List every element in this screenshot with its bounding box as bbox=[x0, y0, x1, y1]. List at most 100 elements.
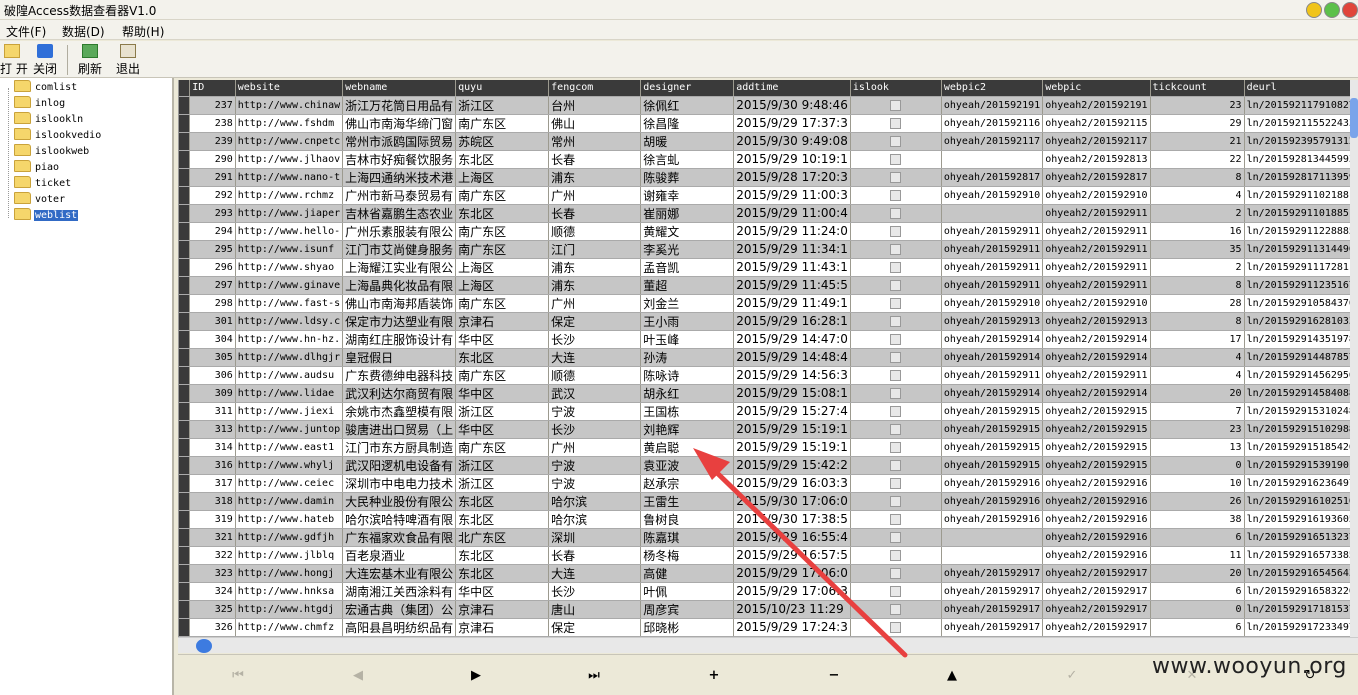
cell-ID[interactable]: 297 bbox=[189, 276, 236, 295]
cell-deurl[interactable]: ln/201592916102510 bbox=[1244, 492, 1358, 511]
table-row[interactable]: 296 http://www.shyao 上海耀江实业有限公 上海区 浦东 孟音凯 2015… bbox=[179, 258, 1358, 277]
cell-webname[interactable]: 江门市艾尚健身服务 bbox=[342, 240, 457, 259]
cell-webpic2[interactable]: ohyeah/201592911 bbox=[941, 240, 1044, 259]
cell-fengcom[interactable]: 浦东 bbox=[548, 276, 642, 295]
cell-quyu[interactable]: 京津石 bbox=[455, 618, 550, 637]
cell-tickcount[interactable]: 28 bbox=[1150, 294, 1245, 313]
islook-checkbox[interactable] bbox=[890, 154, 902, 165]
islook-cell[interactable] bbox=[850, 438, 942, 457]
cell-webname[interactable]: 上海耀江实业有限公 bbox=[342, 258, 457, 277]
cell-addtime[interactable]: 2015/9/30 9:48:46 bbox=[733, 96, 851, 115]
cell-deurl[interactable]: ln/201592395791312 bbox=[1244, 132, 1358, 151]
cell-website[interactable]: http://www.hateb bbox=[235, 510, 344, 529]
cell-designer[interactable]: 谢雍幸 bbox=[640, 186, 735, 205]
cell-tickcount[interactable]: 10 bbox=[1150, 474, 1245, 493]
row-indicator[interactable] bbox=[179, 384, 191, 403]
cell-webname[interactable]: 保定市力达塑业有限 bbox=[342, 312, 457, 331]
cell-webpic2[interactable]: ohyeah/201592911 bbox=[941, 366, 1044, 385]
open-button[interactable]: 打 开 bbox=[0, 43, 28, 77]
islook-cell[interactable] bbox=[850, 186, 942, 205]
cell-fengcom[interactable]: 长沙 bbox=[548, 330, 642, 349]
islook-checkbox[interactable] bbox=[890, 190, 902, 201]
row-indicator[interactable] bbox=[179, 294, 191, 313]
cell-webname[interactable]: 上海四通纳米技术港 bbox=[342, 168, 457, 187]
cell-tickcount[interactable]: 13 bbox=[1150, 438, 1245, 457]
cell-designer[interactable]: 叶玉峰 bbox=[640, 330, 735, 349]
row-indicator[interactable] bbox=[179, 456, 191, 475]
cell-addtime[interactable]: 2015/9/29 11:24:0 bbox=[733, 222, 851, 241]
cell-webpic[interactable]: ohyeah2/201592911 bbox=[1042, 240, 1151, 259]
cell-ID[interactable]: 294 bbox=[189, 222, 236, 241]
cell-quyu[interactable]: 上海区 bbox=[455, 168, 550, 187]
cell-quyu[interactable]: 浙江区 bbox=[455, 456, 550, 475]
cell-addtime[interactable]: 2015/9/29 11:00:4 bbox=[733, 204, 851, 223]
cell-fengcom[interactable]: 佛山 bbox=[548, 114, 642, 133]
cell-webpic[interactable]: ohyeah2/201592910 bbox=[1042, 294, 1151, 313]
table-row[interactable]: 297 http://www.ginave 上海晶典化妆品有限 上海区 浦东 董超 2015… bbox=[179, 276, 1358, 295]
cell-fengcom[interactable]: 浦东 bbox=[548, 168, 642, 187]
table-row[interactable]: 326 http://www.chmfz 高阳县昌明纺织品有 京津石 保定 邱晓彬 2015… bbox=[179, 618, 1358, 637]
vertical-scroll-thumb[interactable] bbox=[1350, 98, 1358, 138]
cell-addtime[interactable]: 2015/9/29 16:55:4 bbox=[733, 528, 851, 547]
islook-checkbox[interactable] bbox=[890, 622, 902, 633]
cell-webpic2[interactable]: ohyeah/201592916 bbox=[941, 474, 1044, 493]
cell-designer[interactable]: 徐昌隆 bbox=[640, 114, 735, 133]
cell-webname[interactable]: 广州乐素服装有限公 bbox=[342, 222, 457, 241]
cell-quyu[interactable]: 京津石 bbox=[455, 600, 550, 619]
cell-webname[interactable]: 武汉阳逻机电设备有 bbox=[342, 456, 457, 475]
cell-website[interactable]: http://www.chmfz bbox=[235, 618, 344, 637]
column-header[interactable]: designer bbox=[640, 80, 735, 97]
cell-addtime[interactable]: 2015/9/28 17:20:3 bbox=[733, 168, 851, 187]
islook-checkbox[interactable] bbox=[890, 226, 902, 237]
cell-webpic2[interactable]: ohyeah/201592917 bbox=[941, 600, 1044, 619]
cell-fengcom[interactable]: 台州 bbox=[548, 96, 642, 115]
islook-cell[interactable] bbox=[850, 222, 942, 241]
edit-record-icon[interactable]: ▲ bbox=[942, 667, 962, 685]
cell-deurl[interactable]: ln/201592916236497 bbox=[1244, 474, 1358, 493]
cell-tickcount[interactable]: 4 bbox=[1150, 366, 1245, 385]
cell-webpic2[interactable]: ohyeah/201592117 bbox=[941, 132, 1044, 151]
cell-tickcount[interactable]: 23 bbox=[1150, 96, 1245, 115]
cell-quyu[interactable]: 京津石 bbox=[455, 312, 550, 331]
cell-webpic2[interactable]: ohyeah/201592911 bbox=[941, 258, 1044, 277]
cell-webname[interactable]: 深圳市中电电力技术 bbox=[342, 474, 457, 493]
cell-fengcom[interactable]: 顺德 bbox=[548, 222, 642, 241]
cell-tickcount[interactable]: 0 bbox=[1150, 456, 1245, 475]
cell-webpic2[interactable]: ohyeah/201592915 bbox=[941, 402, 1044, 421]
cell-webname[interactable]: 骏唐进出口贸易（上 bbox=[342, 420, 457, 439]
cell-webpic2[interactable]: ohyeah/201592191 bbox=[941, 96, 1044, 115]
cell-webpic2[interactable]: ohyeah/201592917 bbox=[941, 564, 1044, 583]
cell-designer[interactable]: 董超 bbox=[640, 276, 735, 295]
cell-addtime[interactable]: 2015/9/29 10:19:1 bbox=[733, 150, 851, 169]
first-record-icon[interactable]: ⏮ bbox=[228, 667, 248, 685]
refresh-button[interactable]: 刷新 bbox=[75, 43, 105, 77]
tree-item-islookln[interactable]: islookln bbox=[14, 112, 84, 128]
cell-webpic[interactable]: ohyeah2/201592915 bbox=[1042, 438, 1151, 457]
cell-ID[interactable]: 292 bbox=[189, 186, 236, 205]
islook-cell[interactable] bbox=[850, 420, 942, 439]
cell-fengcom[interactable]: 长春 bbox=[548, 150, 642, 169]
cell-designer[interactable]: 赵承宗 bbox=[640, 474, 735, 493]
cell-webpic[interactable]: ohyeah2/201592813 bbox=[1042, 150, 1151, 169]
cell-designer[interactable]: 刘金兰 bbox=[640, 294, 735, 313]
table-row[interactable]: 313 http://www.juntop 骏唐进出口贸易（上 华中区 长沙 刘艳辉 201… bbox=[179, 420, 1358, 439]
cell-ID[interactable]: 238 bbox=[189, 114, 236, 133]
data-grid[interactable]: ID website webname quyu fengcom designer… bbox=[178, 80, 1358, 640]
exit-button[interactable]: 退出 bbox=[113, 43, 143, 77]
column-header[interactable]: deurl bbox=[1244, 80, 1358, 97]
cell-addtime[interactable]: 2015/9/29 15:42:2 bbox=[733, 456, 851, 475]
cell-webpic[interactable]: ohyeah2/201592911 bbox=[1042, 258, 1151, 277]
islook-checkbox[interactable] bbox=[890, 298, 902, 309]
cell-designer[interactable]: 陈嘉琪 bbox=[640, 528, 735, 547]
cell-addtime[interactable]: 2015/9/30 9:49:08 bbox=[733, 132, 851, 151]
cell-webname[interactable]: 武汉利达尔商贸有限 bbox=[342, 384, 457, 403]
islook-cell[interactable] bbox=[850, 96, 942, 115]
islook-checkbox[interactable] bbox=[890, 532, 902, 543]
cell-fengcom[interactable]: 保定 bbox=[548, 312, 642, 331]
cell-ID[interactable]: 326 bbox=[189, 618, 236, 637]
cell-quyu[interactable]: 东北区 bbox=[455, 492, 550, 511]
cell-webname[interactable]: 广东费德绅电器科技 bbox=[342, 366, 457, 385]
cell-deurl[interactable]: ln/201592914562956 bbox=[1244, 366, 1358, 385]
cell-addtime[interactable]: 2015/9/29 16:28:1 bbox=[733, 312, 851, 331]
row-indicator[interactable] bbox=[179, 564, 191, 583]
